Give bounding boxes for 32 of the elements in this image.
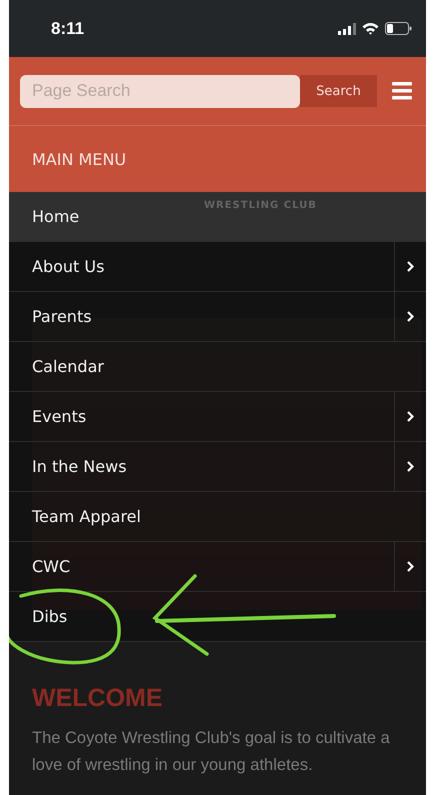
chevron-icon (407, 461, 414, 472)
menu-item-label: Home (32, 207, 80, 226)
search-button[interactable]: Search (300, 75, 377, 107)
chevron-icon (407, 411, 414, 422)
menu-icon[interactable] (392, 82, 412, 100)
menu-item-label: Events (32, 407, 86, 426)
menu-item[interactable]: About Us (9, 242, 426, 292)
menu-item-label: Team Apparel (32, 507, 141, 526)
chevron-icon (407, 561, 414, 572)
welcome-heading: WELCOME (32, 684, 163, 713)
wifi-icon (362, 22, 379, 35)
battery-icon (385, 22, 412, 35)
menu-item-label: Dibs (32, 607, 68, 626)
welcome-paragraph: The Coyote Wrestling Club's goal is to cultivate a love of wrestling in our young athletes. (32, 728, 391, 776)
search-field[interactable]: Page Search (20, 74, 300, 108)
chevron-icon (407, 261, 414, 272)
status-time: 8:11 (51, 18, 84, 38)
menu-item[interactable]: CWC (9, 542, 426, 592)
menu-item-label: About Us (32, 257, 104, 276)
main-menu-title: MAIN MENU (32, 150, 126, 168)
signal-icon (338, 22, 356, 34)
menu-item-label: CWC (32, 557, 70, 576)
menu-item-label: Calendar (32, 357, 104, 376)
menu-item[interactable]: Parents (9, 292, 426, 342)
menu-item-label: In the News (32, 457, 127, 476)
menu-item[interactable]: Calendar (9, 342, 426, 392)
menu-item[interactable]: Team Apparel (9, 492, 426, 542)
menu-item[interactable]: Events (9, 392, 426, 442)
menu-item[interactable]: In the News (9, 442, 426, 492)
menu-item-label: Parents (32, 307, 92, 326)
chevron-icon (407, 311, 414, 322)
menu-item[interactable]: Dibs (9, 592, 426, 642)
